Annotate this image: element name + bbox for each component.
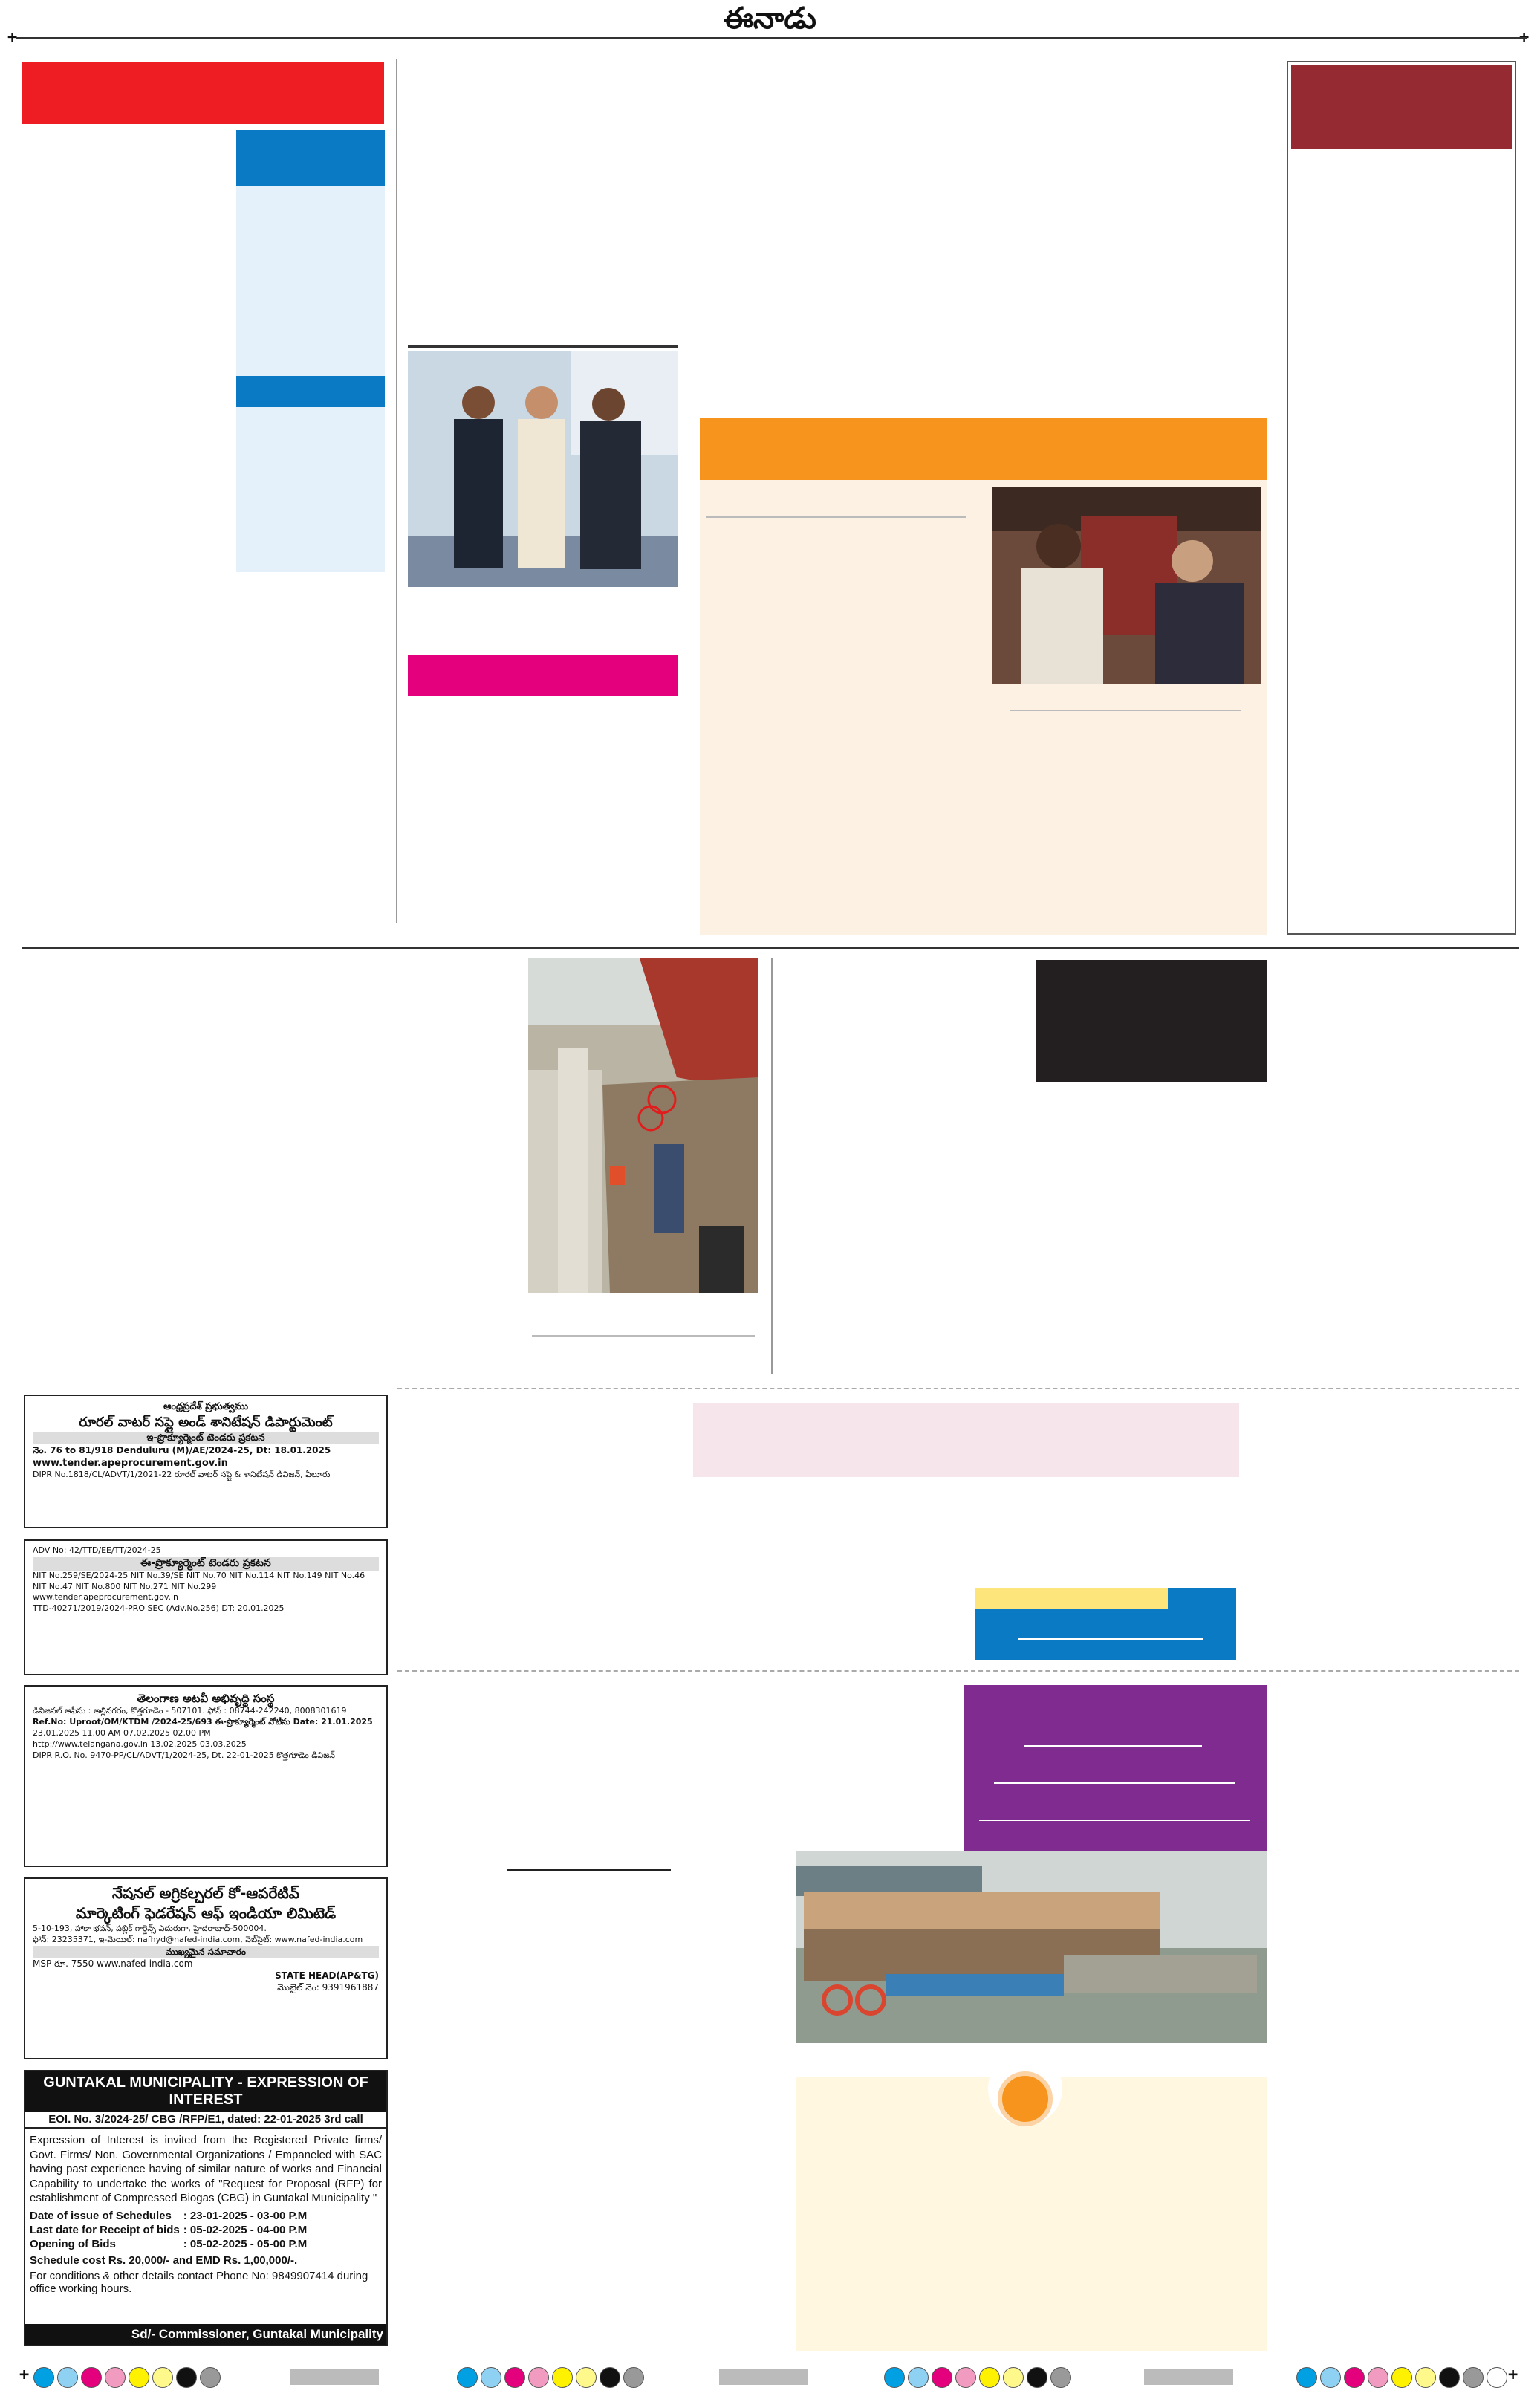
ad-reference: Ref.No: Uproot/OM/KTDM /2024-25/693 ఈ-ప్… [33, 1717, 373, 1727]
ad-contact: For conditions & other details contact P… [30, 2269, 368, 2295]
registration-mark: + [19, 2366, 30, 2384]
table-row: Last date for Receipt of bids: 05-02-202… [30, 2223, 308, 2237]
column-rule [396, 59, 397, 923]
masthead-title: ఈనాడు [724, 1, 816, 36]
row-label: Date of issue of Schedules [30, 2209, 172, 2222]
gray-block [719, 2369, 808, 2385]
column-rule-short [507, 1869, 671, 1871]
ad-dates: 23.01.2025 11.00 AM 07.02.2025 02.00 PM [33, 1727, 211, 1738]
column-rule [771, 958, 773, 1374]
ad-signatory: Sd/- Commissioner, Guntakal Municipality [25, 2324, 386, 2345]
gray-block [290, 2369, 379, 2385]
ad-reference: ADV No: 42/TTD/EE/TT/2024-25 [33, 1545, 161, 1555]
ad-body: Expression of Interest is invited from t… [30, 2134, 382, 2204]
gray-block [1144, 2369, 1233, 2385]
ad-nit-list: NIT No.259/SE/2024-25 NIT No.39/SE NIT N… [33, 1570, 365, 1591]
leaders-photo [408, 351, 678, 587]
orange-headline-block [700, 418, 1267, 480]
ad-website: www.tender.apeprocurement.gov.in [33, 1457, 228, 1469]
pink-banner [693, 1403, 1239, 1477]
ad-mobile: మొబైల్ నెం: 9391961887 [277, 1982, 379, 1993]
black-boxed-item [1036, 960, 1267, 1082]
ad-org-title: నేషనల్ అగ్రికల్చరల్ కో-ఆపరేటివ్ [112, 1884, 299, 1902]
ad-body: MSP రూ. 7550 www.nafed-india.com [33, 1958, 193, 1969]
houseboat-photo [796, 1851, 1267, 2043]
railway-photo [528, 958, 758, 1293]
table-row: Date of issue of Schedules : 23-01-2025 -… [30, 2209, 308, 2223]
table-row: Opening of Bids : 05-02-2025 - 05-00 P.M [30, 2237, 308, 2251]
feature-divider [706, 516, 966, 518]
row-label: Opening of Bids [30, 2237, 116, 2250]
ad-cost: Schedule cost Rs. 20,000/- and EMD Rs. 1… [30, 2253, 298, 2267]
color-registration-bar: + + [0, 2363, 1540, 2392]
color-swatches-4 [1296, 2367, 1510, 2388]
caption-divider [1010, 710, 1241, 711]
row-value: : 05-02-2025 - 04-00 P.M [183, 2223, 308, 2236]
blue-subheader-block [236, 376, 385, 407]
red-headline-block [22, 62, 384, 124]
ad-address: 5-10-193, హాకా భవన్, పబ్లిక్ గార్డెన్స్ … [33, 1924, 267, 1933]
color-swatches-2 [457, 2367, 647, 2388]
caption-divider [532, 1335, 755, 1337]
info-divider [1018, 1638, 1203, 1640]
top-rule [16, 37, 1527, 39]
ttd-tender-ad: ADV No: 42/TTD/EE/TT/2024-25 ఈ-ప్రొక్యూర… [24, 1539, 388, 1675]
color-swatches-1 [33, 2367, 224, 2388]
nafed-ad: నేషనల్ అగ్రికల్చరల్ కో-ఆపరేటివ్ మార్కెటి… [24, 1877, 388, 2059]
ad-contact: ఫోన్: 23235371, ఇ-మెయిల్: nafhyd@nafed-i… [33, 1934, 363, 1944]
ad-eoi-number: EOI. No. 3/2024-25/ CBG /RFP/E1, dated: … [25, 2112, 386, 2129]
ad-reference: నెం. 76 to 81/918 Denduluru (M)/AE/2024-… [33, 1445, 331, 1456]
maroon-header-block [1291, 65, 1512, 149]
row-value: : 23-01-2025 - 03-00 P.M [183, 2209, 308, 2222]
ad-org-title: తెలంగాణ అటవీ అభివృద్ధి సంస్థ [137, 1692, 275, 1705]
magenta-headline-block [408, 655, 678, 696]
ad-notice-label: ముఖ్యమైన సమాచారం [33, 1945, 379, 1958]
yellow-tag-overlay [975, 1588, 1168, 1609]
row-value: : 05-02-2025 - 05-00 P.M [183, 2237, 308, 2250]
right-sidebar-frame [1287, 61, 1516, 935]
sun-icon [984, 2068, 1066, 2126]
ad-schedule-table: Date of issue of Schedules : 23-01-2025 -… [30, 2209, 308, 2251]
ad-department: రూరల్ వాటర్ సప్లై అండ్ శానిటేషన్ డిపార్ట… [79, 1414, 333, 1430]
dashed-separator [397, 1388, 1519, 1389]
ad-website: www.tender.apeprocurement.gov.in [33, 1592, 178, 1603]
archive-photo [992, 487, 1261, 684]
ad-signatory: STATE HEAD(AP&TG) [275, 1970, 379, 1981]
row-label: Last date for Receipt of bids [30, 2223, 180, 2236]
rwss-tender-ad: ఆంధ్రప్రదేశ్ ప్రభుత్వము రూరల్ వాటర్ సప్ల… [24, 1395, 388, 1528]
telangana-forest-ad: తెలంగాణ అటవీ అభివృద్ధి సంస్థ డివిజనల్ ఆఫ… [24, 1685, 388, 1867]
dashed-separator [397, 1670, 1519, 1672]
ad-footer: DIPR R.O. No. 9470-PP/CL/ADVT/1/2024-25,… [33, 1750, 335, 1760]
registration-mark: + [1508, 2366, 1518, 2384]
guntakal-eoi-ad: GUNTAKAL MUNICIPALITY - EXPRESSION OF IN… [24, 2070, 388, 2346]
ad-address: డివిజనల్ ఆఫీసు : అల్లినగరం, కొత్తగూడెం -… [33, 1706, 347, 1716]
blue-header-block [236, 130, 385, 186]
ad-notice-label: ఈ-ప్రొక్యూర్మెంట్ టెండరు ప్రకటన [33, 1556, 379, 1571]
ad-org-subtitle: మార్కెటింగ్ ఫెడరేషన్ ఆఫ్ ఇండియా లిమిటెడ్ [75, 1904, 336, 1922]
ad-title: GUNTAKAL MUNICIPALITY - EXPRESSION OF IN… [25, 2071, 386, 2112]
section-rule [22, 947, 1519, 949]
ad-website: http://www.telangana.gov.in 13.02.2025 0… [33, 1739, 247, 1749]
color-swatches-3 [884, 2367, 1074, 2388]
ad-notice-label: ఇ-ప్రొక్యూర్మెంట్ టెండరు ప్రకటన [33, 1431, 379, 1445]
ad-footer: DIPR No.1818/CL/ADVT/1/2021-22 రూరల్ వాట… [33, 1470, 331, 1480]
photo-rule [408, 345, 678, 348]
ad-footer: TTD-40271/2019/2024-PRO SEC (Adv.No.256)… [33, 1603, 285, 1614]
ad-govt-title: ఆంధ్రప్రదేశ్ ప్రభుత్వము [163, 1401, 248, 1412]
